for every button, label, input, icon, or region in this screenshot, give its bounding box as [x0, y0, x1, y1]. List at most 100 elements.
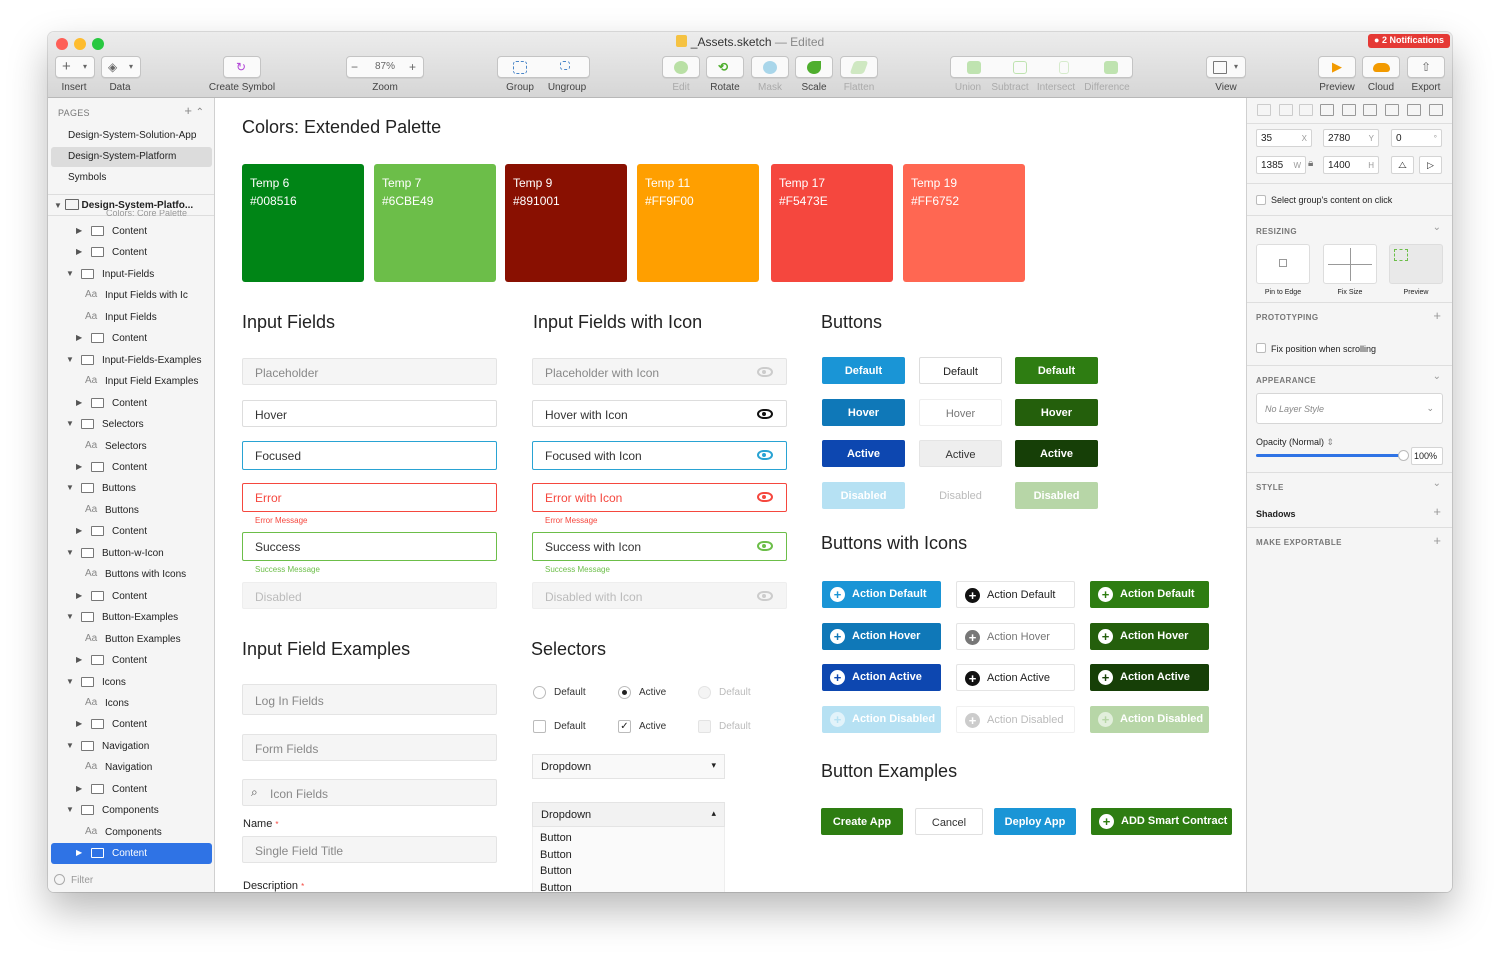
layer-row[interactable]: ▼ Button-Examples: [51, 607, 212, 628]
disclosure-closed-icon[interactable]: ▶: [76, 784, 82, 793]
error-input[interactable]: Error: [242, 483, 497, 512]
success-active-button[interactable]: Active: [1015, 440, 1098, 467]
layer-row[interactable]: Aa Navigation: [51, 757, 212, 778]
layer-row[interactable]: Aa Input Fields: [51, 307, 212, 328]
layer-row[interactable]: ▼ Buttons: [51, 478, 212, 499]
eye-icon[interactable]: [757, 492, 773, 502]
disclosure-closed-icon[interactable]: ▶: [76, 247, 82, 256]
layer-row[interactable]: ▼ Button-w-Icon: [51, 543, 212, 564]
dropdown-open[interactable]: Dropdown ▴: [532, 802, 725, 827]
primary-active-button[interactable]: Active: [822, 440, 905, 467]
layer-row[interactable]: ▼ Components: [51, 800, 212, 821]
disclosure-open-icon[interactable]: ▼: [66, 269, 74, 278]
width-field[interactable]: 1385 W: [1256, 156, 1306, 174]
rotation-field[interactable]: 0 °: [1391, 129, 1442, 147]
checkbox-default[interactable]: [533, 720, 546, 733]
add-export-icon[interactable]: +: [1433, 533, 1441, 548]
opacity-slider[interactable]: [1256, 450, 1409, 461]
chevron-down-icon[interactable]: ⌄: [1433, 478, 1441, 489]
zoom-out-icon[interactable]: −: [351, 59, 358, 75]
placeholder-input[interactable]: Placeholder: [242, 358, 497, 385]
align-middle-icon[interactable]: [1407, 104, 1421, 116]
layer-row[interactable]: ▶ Content: [51, 457, 212, 478]
difference-icon[interactable]: [1104, 61, 1118, 74]
layer-row[interactable]: Aa Buttons with Icons: [51, 564, 212, 585]
layer-row[interactable]: ▼ Icons: [51, 672, 212, 693]
secondary-active-button[interactable]: Active: [919, 440, 1002, 467]
page-item[interactable]: Design-System-Solution-App: [51, 126, 212, 146]
name-input[interactable]: Single Field Title: [242, 836, 497, 863]
layer-row[interactable]: Aa Components: [51, 822, 212, 843]
mask-button[interactable]: [751, 56, 789, 78]
success-icon-hover-button[interactable]: + Action Hover: [1090, 623, 1209, 650]
layer-row[interactable]: Aa Input Field Examples: [51, 371, 212, 392]
y-field[interactable]: 2780 Y: [1323, 129, 1379, 147]
disclosure-closed-icon[interactable]: ▶: [76, 591, 82, 600]
align-top-icon[interactable]: [1385, 104, 1399, 116]
page-item[interactable]: Symbols: [51, 168, 212, 188]
eye-icon[interactable]: [757, 367, 773, 377]
flatten-button[interactable]: [840, 56, 878, 78]
align-bottom-icon[interactable]: [1429, 104, 1443, 116]
disclosure-open-icon[interactable]: ▼: [66, 419, 74, 428]
dropdown-closed[interactable]: Dropdown ▾: [532, 754, 725, 779]
secondary-hover-button[interactable]: Hover: [919, 399, 1002, 426]
layer-row[interactable]: Aa Input Fields with Ic: [51, 285, 212, 306]
layer-row[interactable]: Aa Buttons: [51, 500, 212, 521]
focused-icon-input[interactable]: Focused with Icon: [532, 441, 787, 470]
flip-horizontal-button[interactable]: ⧍: [1391, 156, 1414, 174]
disclosure-open-icon[interactable]: ▼: [66, 805, 74, 814]
eye-icon[interactable]: [757, 450, 773, 460]
primary-icon-active-button[interactable]: + Action Active: [822, 664, 941, 691]
eye-icon[interactable]: [757, 541, 773, 551]
edit-button[interactable]: [662, 56, 700, 78]
dropdown-option[interactable]: Button: [540, 849, 572, 861]
page-item-selected[interactable]: Design-System-Platform: [51, 147, 212, 167]
select-group-checkbox[interactable]: [1256, 195, 1266, 205]
intersect-icon[interactable]: [1059, 61, 1069, 74]
flip-vertical-button[interactable]: ▷: [1419, 156, 1442, 174]
chevron-down-icon[interactable]: ⌄: [1433, 222, 1441, 233]
create-symbol-button[interactable]: ↻: [223, 56, 261, 78]
group-icon[interactable]: [513, 61, 527, 74]
canvas[interactable]: Colors: Extended Palette Input Fields Pl…: [215, 98, 1246, 892]
ungroup-icon[interactable]: [560, 61, 570, 70]
primary-default-button[interactable]: Default: [822, 357, 905, 384]
layer-row[interactable]: ▼ Selectors: [51, 414, 212, 435]
success-hover-button[interactable]: Hover: [1015, 399, 1098, 426]
placeholder-icon-input[interactable]: Placeholder with Icon: [532, 358, 787, 385]
disclosure-closed-icon[interactable]: ▶: [76, 526, 82, 535]
hover-input[interactable]: Hover: [242, 400, 497, 427]
export-button[interactable]: ⇧: [1407, 56, 1445, 78]
disclosure-open-icon[interactable]: ▼: [66, 741, 74, 750]
collapse-icon[interactable]: ⌃: [196, 107, 204, 118]
secondary-icon-active-button[interactable]: + Action Active: [956, 664, 1075, 691]
icon-fields[interactable]: ⌕ Icon Fields: [242, 779, 497, 806]
layer-row[interactable]: Aa Button Examples: [51, 629, 212, 650]
disclosure-closed-icon[interactable]: ▶: [76, 333, 82, 342]
layer-row[interactable]: ▶ Content: [51, 843, 212, 864]
radio-active[interactable]: [618, 686, 631, 699]
rotate-button[interactable]: ⟲: [706, 56, 744, 78]
disclosure-open-icon[interactable]: ▼: [66, 355, 74, 364]
layer-row[interactable]: ▶ Content: [51, 221, 212, 242]
checkbox-active[interactable]: ✓: [618, 720, 631, 733]
layer-row[interactable]: ▶ Content: [51, 650, 212, 671]
layer-row[interactable]: ▶ Content: [51, 393, 212, 414]
layer-row[interactable]: ▶ Content: [51, 714, 212, 735]
notifications-badge[interactable]: ● 2 Notifications: [1368, 34, 1450, 48]
dropdown-option[interactable]: Button: [540, 882, 572, 893]
layer-row[interactable]: ▶ Content: [51, 521, 212, 542]
filter-field[interactable]: Filter: [54, 874, 93, 886]
form-fields[interactable]: Form Fields: [242, 734, 497, 761]
layer-row[interactable]: ▼ Input-Fields-Examples: [51, 350, 212, 371]
add-page-icon[interactable]: +: [184, 103, 192, 118]
cloud-button[interactable]: [1362, 56, 1400, 78]
success-icon-default-button[interactable]: + Action Default: [1090, 581, 1209, 608]
zoom-control[interactable]: − 87% +: [346, 56, 424, 78]
secondary-default-button[interactable]: Default: [919, 357, 1002, 384]
layer-row[interactable]: ▶ Content: [51, 242, 212, 263]
primary-icon-default-button[interactable]: + Action Default: [822, 581, 941, 608]
dropdown-option[interactable]: Button: [540, 865, 572, 877]
disclosure-closed-icon[interactable]: ▶: [76, 462, 82, 471]
